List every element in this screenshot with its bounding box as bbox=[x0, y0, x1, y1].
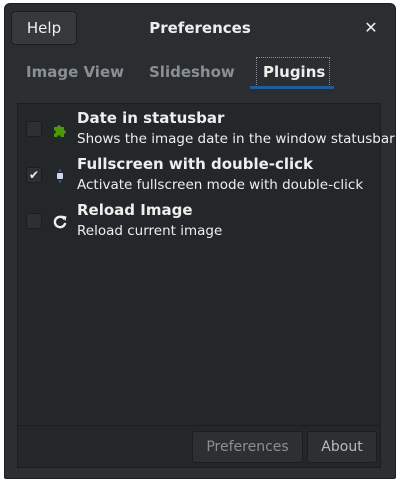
plugin-description: Activate fullscreen mode with double-cli… bbox=[77, 177, 364, 193]
checkmark-icon: ✔ bbox=[28, 168, 40, 182]
plugin-description: Shows the image date in the window statu… bbox=[77, 131, 395, 147]
plugin-checkbox-reload-image[interactable] bbox=[26, 213, 42, 229]
plugin-footer: Preferences About bbox=[18, 425, 380, 467]
tab-plugins[interactable]: Plugins bbox=[263, 63, 325, 87]
plugins-panel: Date in statusbar Shows the image date i… bbox=[17, 103, 395, 468]
plugin-about-button[interactable]: About bbox=[307, 431, 377, 463]
puzzle-icon bbox=[52, 122, 68, 138]
plugin-description: Reload current image bbox=[77, 223, 223, 239]
active-tab-indicator bbox=[250, 86, 334, 89]
plugin-checkbox-date-in-statusbar[interactable] bbox=[26, 121, 42, 137]
reload-icon bbox=[52, 214, 68, 230]
preferences-dialog: Help Preferences ✕ Image View Slideshow … bbox=[4, 3, 396, 479]
close-icon: ✕ bbox=[364, 17, 378, 37]
tab-slideshow[interactable]: Slideshow bbox=[149, 63, 235, 87]
plugin-checkbox-fullscreen-double-click[interactable]: ✔ bbox=[26, 167, 42, 183]
plugin-row-date-in-statusbar[interactable]: Date in statusbar Shows the image date i… bbox=[18, 107, 395, 151]
dialog-title: Preferences bbox=[149, 19, 251, 37]
fullscreen-icon bbox=[52, 168, 68, 184]
plugin-preferences-button[interactable]: Preferences bbox=[192, 431, 303, 463]
tab-bar: Image View Slideshow Plugins bbox=[5, 53, 395, 93]
close-button[interactable]: ✕ bbox=[361, 17, 381, 37]
plugin-name: Fullscreen with double-click bbox=[77, 155, 314, 173]
plugin-name: Reload Image bbox=[77, 201, 193, 219]
plugin-row-fullscreen-double-click[interactable]: ✔ Fullscreen with double-click Activate … bbox=[18, 153, 380, 197]
plugin-name: Date in statusbar bbox=[77, 109, 225, 127]
plugin-row-reload-image[interactable]: Reload Image Reload current image bbox=[18, 199, 380, 243]
tab-image-view[interactable]: Image View bbox=[26, 63, 124, 87]
header-bar: Help Preferences ✕ bbox=[5, 4, 395, 54]
